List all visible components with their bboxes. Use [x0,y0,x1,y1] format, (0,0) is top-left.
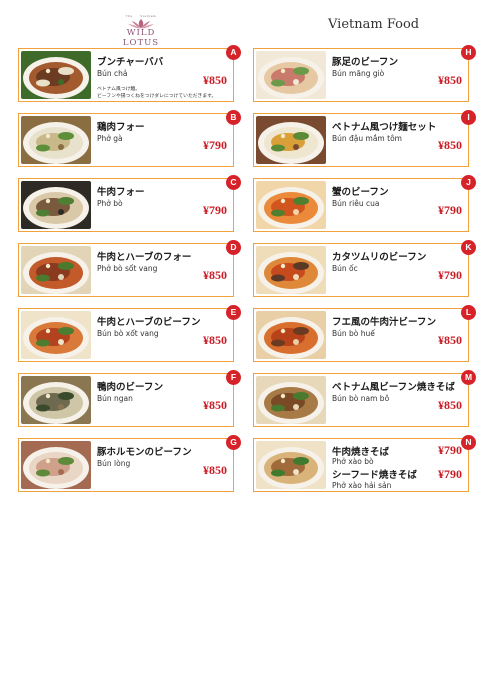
menu-item-b[interactable]: 鶏肉フォー Phở gà ¥790 B [18,110,241,167]
item-letter-badge: M [461,370,476,385]
item-letter-badge: K [461,240,476,255]
item-name: 牛肉フォー [97,187,145,198]
brand-logo: The Vietnam WILD LOTUS ホーチミンベトナム料理 [108,12,174,52]
bun-oc-photo [256,246,326,294]
item-name: 鴨肉のビーフン [97,382,164,393]
menu-item-g[interactable]: 豚ホルモンのビーフン Bún lòng ¥850 G [18,435,241,492]
item-letter-badge: F [226,370,241,385]
item-viet-name: Bún ngan [97,394,133,403]
item-viet-name: Phở gà [97,134,123,143]
item-viet-name: Bún bò huế [332,329,375,338]
bun-dau-photo [256,116,326,164]
item-name: 豚足のビーフン [332,57,399,68]
bun-long-photo [21,441,91,489]
item-letter-badge: B [226,110,241,125]
menu-item-h[interactable]: 豚足のビーフン Bún măng giò ¥850 H [253,45,476,102]
item-viet-name: Bún bò nam bô [332,394,390,403]
item-viet-name: Bún lòng [97,459,131,468]
logo-brand-name: WILD LOTUS [122,28,160,48]
item-price: ¥790 [438,268,462,282]
item-name: カタツムリのビーフン [332,252,427,263]
item-price: ¥790 [438,203,462,217]
item-price: ¥850 [438,138,462,152]
menu-item-d[interactable]: 牛肉とハーブのフォー Phở bò sốt vang ¥850 D [18,240,241,297]
bun-rieu-cua-photo [256,181,326,229]
item-viet-name: Bún riêu cua [332,199,380,208]
item-name-secondary: シーフード焼きそば [332,470,417,481]
pho-xao-photo [256,441,326,489]
item-name: 鶏肉フォー [97,122,145,133]
item-name: フエ風の牛肉汁ビーフン [332,317,437,328]
menu-item-c[interactable]: 牛肉フォー Phở bò ¥790 C [18,175,241,232]
menu-item-j[interactable]: 蟹のビーフン Bún riêu cua ¥790 J [253,175,476,232]
item-viet-name: Bún măng giò [332,69,385,78]
item-price: ¥790 [438,443,462,457]
bun-mang-gio-photo [256,51,326,99]
item-letter-badge: A [226,45,241,60]
bun-ngan-photo [21,376,91,424]
item-price: ¥850 [438,398,462,412]
menu-item-m[interactable]: ベトナム風ビーフン焼きそば Bún bò nam bô ¥850 M [253,370,476,427]
menu-item-e[interactable]: 牛肉とハーブのビーフン Bún bò xốt vang ¥850 E [18,305,241,362]
bun-bo-xot-vang-photo [21,311,91,359]
item-name: 蟹のビーフン [332,187,389,198]
pho-bo-sot-vang-photo [21,246,91,294]
pho-ga-photo [21,116,91,164]
item-description-line: ビーフンや揚つくねをつけダレにつけていただきます。 [97,93,217,99]
item-name: 牛肉焼きそば [332,447,390,458]
bun-cha-photo [21,51,91,99]
menu-item-i[interactable]: ベトナム風つけ麺セット Bún đậu mắm tôm ¥850 I [253,110,476,167]
logo-top-left: The [125,14,133,18]
item-description-line: ベトナム風つけ麺。 [97,87,141,92]
item-viet-name-secondary: Phở xào hải sản [332,481,392,490]
item-name: ベトナム風ビーフン焼きそば [332,382,455,393]
item-description: ベトナム風つけ麺。 ビーフンや揚つくねをつけダレにつけていただきます。 [97,87,216,101]
item-letter-badge: H [461,45,476,60]
logo-tagline: The Vietnam [108,12,174,20]
menu-item-l[interactable]: フエ風の牛肉汁ビーフン Bún bò huế ¥850 L [253,305,476,362]
item-price: ¥850 [203,398,227,412]
item-price: ¥790 [203,203,227,217]
page-title: Vietnam Food [328,17,420,32]
pho-bo-photo [21,181,91,229]
menu-item-a[interactable]: ブンチャーババ Bún chả ¥850 ベトナム風つけ麺。 ビーフンや揚つくね… [18,45,241,102]
item-viet-name: Bún đậu mắm tôm [332,134,402,143]
item-price-secondary: ¥790 [438,467,462,481]
item-letter-badge: E [226,305,241,320]
item-name: ブンチャーババ [97,57,164,68]
item-letter-badge: L [461,305,476,320]
item-price: ¥850 [203,333,227,347]
bun-bo-nam-bo-photo [256,376,326,424]
item-price: ¥790 [203,138,227,152]
item-letter-badge: G [226,435,241,450]
item-viet-name: Phở bò sốt vang [97,264,158,273]
item-letter-badge: N [461,435,476,450]
item-name: 牛肉とハーブのビーフン [97,317,201,328]
item-price: ¥850 [203,268,227,282]
item-price: ¥850 [438,333,462,347]
item-name: ベトナム風つけ麺セット [332,122,437,133]
item-name: 牛肉とハーブのフォー [97,252,192,263]
item-viet-name: Phở xào bò [332,457,374,466]
item-letter-badge: J [461,175,476,190]
item-price: ¥850 [203,73,227,87]
menu-item-f[interactable]: 鴨肉のビーフン Bún ngan ¥850 F [18,370,241,427]
item-viet-name: Bún chả [97,69,128,78]
item-price: ¥850 [203,463,227,477]
item-viet-name: Phở bò [97,199,123,208]
logo-top-right: Vietnam [140,14,157,18]
menu-item-n[interactable]: 牛肉焼きそば Phở xào bò ¥790 シーフード焼きそば Phở xào… [253,435,476,492]
item-price: ¥850 [438,73,462,87]
item-letter-badge: D [226,240,241,255]
item-letter-badge: I [461,110,476,125]
bun-bo-hue-photo [256,311,326,359]
item-viet-name: Bún bò xốt vang [97,329,159,338]
menu-item-k[interactable]: カタツムリのビーフン Bún ốc ¥790 K [253,240,476,297]
item-letter-badge: C [226,175,241,190]
item-viet-name: Bún ốc [332,264,358,273]
item-name: 豚ホルモンのビーフン [97,447,192,458]
